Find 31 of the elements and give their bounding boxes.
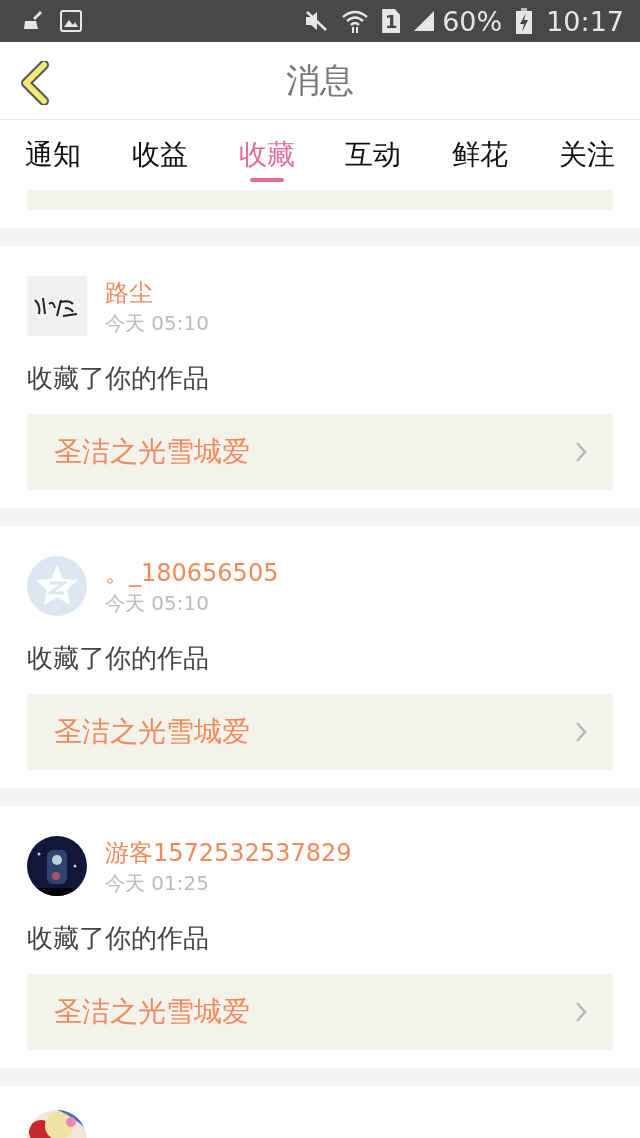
tab[interactable]: 互动 [320,120,427,190]
star-avatar-icon [27,556,87,616]
signal-icon [414,11,435,31]
tab[interactable]: 收益 [106,120,214,190]
tab[interactable]: 通知 [0,120,107,190]
user-name: 路尘 [105,278,154,308]
chevron-right-icon [575,1001,587,1023]
message-text: 收藏了你的作品 [27,642,210,675]
message-time: 今天 01:25 [105,870,210,897]
user-name: 游客1572532537829 [105,838,352,868]
work-title: 圣洁之光雪城爱 [54,714,250,750]
clock: 10:17 [546,5,624,37]
tab[interactable]: 关注 [533,120,640,190]
wifi-icon [342,9,369,33]
chevron-right-icon [575,721,587,743]
user-name: 。_180656505 [105,558,279,588]
work-title: 圣洁之光雪城爱 [54,994,250,1030]
message-text: 收藏了你的作品 [27,922,210,955]
work-title: 圣洁之光雪城爱 [54,434,250,470]
message-text: 收藏了你的作品 [27,362,210,395]
tab[interactable]: 鲜花 [426,120,534,190]
sim-icon: 1 [382,9,401,33]
battery-level: 60% [442,5,503,37]
back-button[interactable] [18,61,50,105]
battery-charging-icon [516,8,533,34]
chevron-right-icon [575,441,587,463]
image-icon [60,10,82,32]
message-time: 今天 05:10 [105,310,209,337]
mute-icon [304,10,329,32]
message-time: 今天 05:10 [105,590,210,617]
page-title: 消息 [286,58,354,102]
